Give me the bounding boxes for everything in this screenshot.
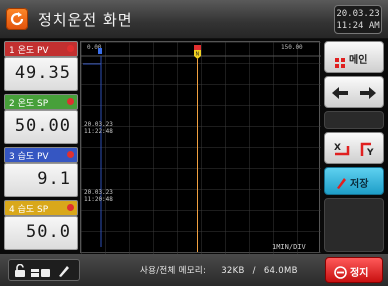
- lock-button[interactable]: [8, 259, 80, 281]
- channel-2-value-box: 50.00: [4, 110, 78, 144]
- main-button[interactable]: 메인: [324, 41, 384, 73]
- unlock-icon: [14, 263, 26, 282]
- channel-3-value: 9.1: [37, 169, 71, 189]
- main-grid-icon: [335, 53, 345, 68]
- channel-3-label: 3 습도 PV: [9, 152, 49, 162]
- channel-3[interactable]: 3 습도 PV 9.1: [2, 146, 78, 198]
- status-bar: 사용/전체 메모리: 32KB / 64.0MB 정지: [0, 254, 388, 286]
- clock-time: 11:24 AM: [336, 21, 380, 31]
- trend-chart[interactable]: 0.00 150.00 N 20.03.23 11:22:48 20.03.23…: [80, 41, 321, 254]
- refresh-icon[interactable]: [6, 8, 28, 30]
- stop-button[interactable]: 정지: [325, 257, 383, 283]
- memory-total: 64.0MB: [263, 266, 298, 276]
- channel-1-indicator: [67, 45, 74, 52]
- memory-status: 사용/전체 메모리: 32KB / 64.0MB: [140, 264, 298, 276]
- channel-4-tag: 4 습도 SP: [4, 200, 78, 216]
- clock: 20.03.23 11:24 AM: [334, 5, 382, 34]
- channel-4-indicator: [67, 204, 74, 211]
- main-button-label: 메인: [349, 55, 368, 66]
- scale-marker-blue: [98, 48, 102, 54]
- channel-2-label: 2 온도 SP: [9, 99, 49, 109]
- memory-used: 32KB: [221, 266, 245, 276]
- save-button[interactable]: 저장: [324, 167, 384, 195]
- empty-slot: [324, 111, 384, 129]
- clock-date: 20.03.23: [336, 9, 380, 19]
- axis-button[interactable]: X Y: [324, 132, 384, 164]
- channel-1[interactable]: 1 온도 PV 49.35: [2, 40, 78, 92]
- channel-4-value-box: 50.0: [4, 216, 78, 250]
- channel-4[interactable]: 4 습도 SP 50.0: [2, 199, 78, 251]
- channel-1-value: 49.35: [14, 63, 71, 83]
- svg-text:Y: Y: [366, 148, 374, 157]
- channel-2-value: 50.00: [14, 116, 71, 136]
- title-bar: 정치운전 화면 20.03.23 11:24 AM: [0, 0, 388, 39]
- trend-grid: 0.00 150.00 N 20.03.23 11:22:48 20.03.23…: [81, 42, 321, 254]
- y-axis-icon[interactable]: Y: [359, 141, 377, 161]
- memory-separator: /: [252, 266, 256, 276]
- pen-icon: [335, 175, 347, 194]
- save-button-label: 저장: [350, 179, 369, 190]
- scale-right-label: 150.00: [281, 44, 303, 51]
- channel-1-label: 1 온도 PV: [9, 46, 49, 56]
- screen: 정치운전 화면 20.03.23 11:24 AM 1 온도 PV 49.35 …: [0, 0, 388, 286]
- channel-2-tag: 2 온도 SP: [4, 94, 78, 110]
- channel-3-tag: 3 습도 PV: [4, 147, 78, 163]
- stop-button-label: 정지: [350, 268, 369, 279]
- arrow-left-icon[interactable]: [331, 85, 349, 104]
- time-mark-1-time: 11:22:48: [84, 128, 113, 135]
- channel-2-indicator: [67, 98, 74, 105]
- channel-2[interactable]: 2 온도 SP 50.00: [2, 93, 78, 145]
- stop-icon: [334, 264, 347, 283]
- arrow-right-icon[interactable]: [359, 85, 377, 104]
- cursor-top-marker: [194, 45, 201, 50]
- time-mark-2-time: 11:20:48: [84, 196, 113, 203]
- scroll-button[interactable]: [324, 76, 384, 108]
- div-label: 1MIN/DIV: [272, 243, 307, 251]
- folder-icon: [31, 264, 51, 283]
- time-mark-2-date: 20.03.23: [84, 189, 113, 196]
- channel-3-indicator: [67, 151, 74, 158]
- channel-4-value: 50.0: [26, 222, 71, 242]
- x-axis-icon[interactable]: X: [333, 141, 351, 161]
- time-mark-1-date: 20.03.23: [84, 121, 113, 128]
- channel-1-tag: 1 온도 PV: [4, 41, 78, 57]
- channel-1-value-box: 49.35: [4, 57, 78, 91]
- pen-edit-icon: [57, 263, 71, 282]
- cursor-marker-label: N: [196, 52, 200, 58]
- page-title: 정치운전 화면: [38, 11, 133, 29]
- channel-4-label: 4 습도 SP: [9, 205, 49, 215]
- empty-slot-2: [324, 198, 384, 252]
- channel-panel: 1 온도 PV 49.35 2 온도 SP 50.00 3 습도 PV 9.1: [2, 40, 78, 252]
- svg-text:X: X: [334, 143, 341, 153]
- memory-label: 사용/전체 메모리:: [140, 266, 207, 276]
- channel-3-value-box: 9.1: [4, 163, 78, 197]
